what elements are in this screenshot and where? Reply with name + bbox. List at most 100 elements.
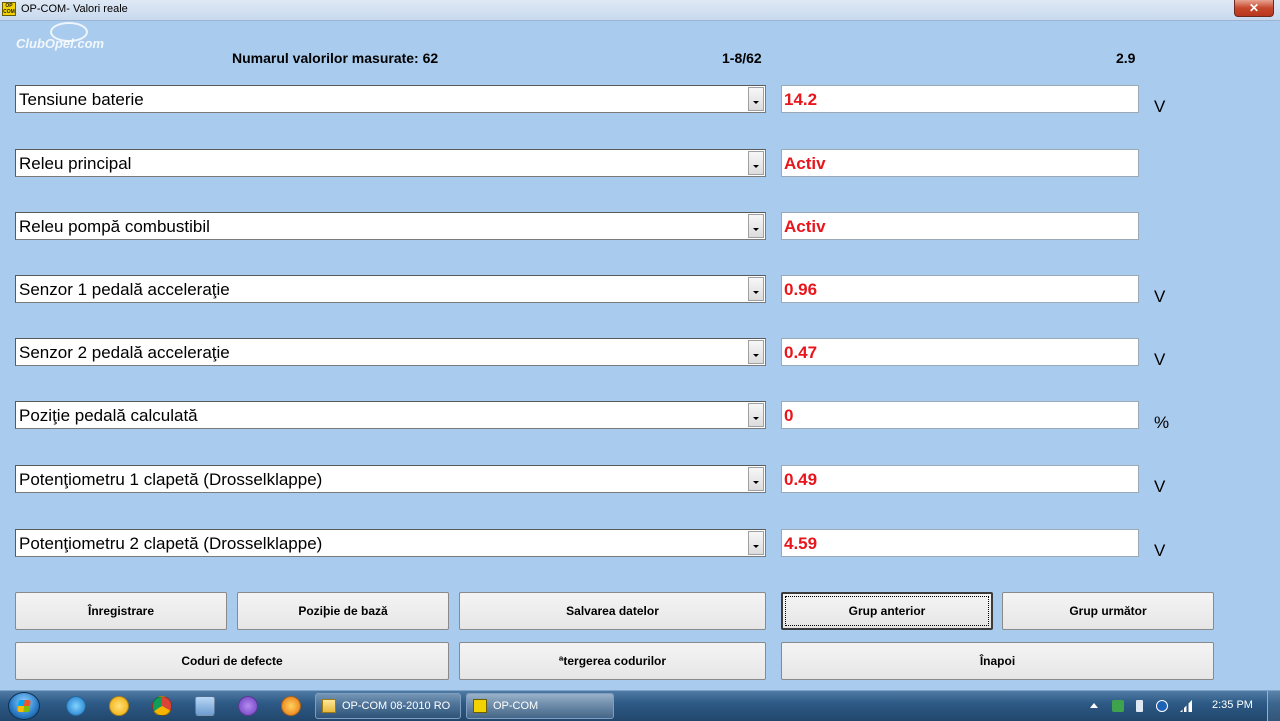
parameter-dropdown[interactable]: Releu principal (15, 149, 766, 177)
parameter-label: Tensiune baterie (19, 90, 144, 109)
value-row: Senzor 2 pedală acceleraţie 0.47 V (0, 338, 1280, 378)
save-data-button[interactable]: Salvarea datelor (459, 592, 766, 630)
chevron-down-icon (753, 228, 759, 231)
measured-values-count: Numarul valorilor masurate: 62 (232, 50, 439, 66)
dropdown-button[interactable] (748, 467, 764, 491)
taskbar: OP-COM 08-2010 RO OP-COM 2:35 PM (0, 690, 1280, 721)
chevron-down-icon (753, 354, 759, 357)
value-text: Activ (784, 217, 826, 236)
show-desktop-button[interactable] (1267, 691, 1280, 721)
window-title: OP-COM- Valori reale (21, 3, 128, 15)
value-field: Activ (781, 212, 1139, 240)
value-text: 0.47 (784, 343, 818, 362)
parameter-dropdown[interactable]: Potenţiometru 2 clapetă (Drosselklappe) (15, 529, 766, 557)
value-row: Senzor 1 pedală acceleraţie 0.96 V (0, 275, 1280, 315)
group-range: 1-8/62 (722, 50, 762, 66)
bluetooth-icon[interactable] (1156, 700, 1168, 712)
value-text: 0 (784, 406, 794, 425)
wifi-signal-icon[interactable] (1180, 700, 1192, 712)
unit-label: V (1154, 477, 1166, 496)
value-text: 0.96 (784, 280, 818, 299)
battery-icon[interactable] (1136, 700, 1143, 712)
unit-label: V (1154, 541, 1166, 560)
task-label: OP-COM (493, 700, 539, 712)
parameter-label: Potenţiometru 2 clapetă (Drosselklappe) (19, 534, 323, 553)
clear-codes-button[interactable]: ªtergerea codurilor (459, 642, 766, 680)
value-row: Releu pompă combustibil Activ (0, 212, 1280, 252)
taskbar-task-opcom[interactable]: OP-COM (466, 693, 614, 719)
chat-icon[interactable] (195, 696, 215, 716)
internet-explorer-icon[interactable] (66, 696, 86, 716)
start-button[interactable] (8, 692, 40, 720)
value-text: Activ (784, 154, 826, 173)
clock[interactable]: 2:35 PM (1212, 699, 1253, 711)
value-row: Potenţiometru 1 clapetă (Drosselklappe) … (0, 465, 1280, 505)
clubopel-watermark: ClubOpel.com (16, 36, 105, 51)
chevron-down-icon (753, 165, 759, 168)
parameter-label: Releu pompă combustibil (19, 217, 210, 236)
folder-icon (322, 699, 336, 713)
value-field: 4.59 (781, 529, 1139, 557)
unit-label: % (1154, 413, 1170, 432)
network-icon[interactable] (1112, 700, 1124, 712)
windows-logo-icon (17, 700, 31, 712)
value-text: 14.2 (784, 90, 818, 109)
fault-codes-button[interactable]: Coduri de defecte (15, 642, 449, 680)
value-field: 0.47 (781, 338, 1139, 366)
value-row: Tensiune baterie 14.2 V (0, 85, 1280, 125)
value-text: 4.59 (784, 534, 818, 553)
parameter-dropdown[interactable]: Senzor 1 pedală acceleraţie (15, 275, 766, 303)
value-field: 0 (781, 401, 1139, 429)
next-group-button[interactable]: Grup următor (1002, 592, 1214, 630)
value-field: 14.2 (781, 85, 1139, 113)
unit-label: V (1154, 287, 1166, 306)
dropdown-button[interactable] (748, 531, 764, 555)
value-row: Potenţiometru 2 clapetă (Drosselklappe) … (0, 529, 1280, 569)
unit-label: V (1154, 97, 1166, 116)
dropdown-button[interactable] (748, 87, 764, 111)
taskbar-task-opcom-folder[interactable]: OP-COM 08-2010 RO (315, 693, 461, 719)
parameter-dropdown[interactable]: Senzor 2 pedală acceleraţie (15, 338, 766, 366)
opcom-app-icon: OP COM (2, 2, 16, 16)
parameter-label: Potenţiometru 1 clapetă (Drosselklappe) (19, 470, 323, 489)
base-position-button[interactable]: Poziþie de bază (237, 592, 449, 630)
parameter-dropdown[interactable]: Releu pompă combustibil (15, 212, 766, 240)
value-text: 0.49 (784, 470, 818, 489)
opcom-app-icon (473, 699, 487, 713)
dropdown-button[interactable] (748, 403, 764, 427)
parameter-dropdown[interactable]: Tensiune baterie (15, 85, 766, 113)
parameter-dropdown[interactable]: Poziţie pedală calculată (15, 401, 766, 429)
chrome-icon[interactable] (152, 696, 172, 716)
version-label: 2.9 (1116, 50, 1136, 66)
value-field: 0.96 (781, 275, 1139, 303)
chevron-down-icon (753, 545, 759, 548)
parameter-label: Poziţie pedală calculată (19, 406, 198, 425)
close-button[interactable]: ✕ (1234, 0, 1274, 17)
viber-icon[interactable] (238, 696, 258, 716)
parameter-label: Releu principal (19, 154, 132, 173)
previous-group-button[interactable]: Grup anterior (781, 592, 993, 630)
record-button[interactable]: Înregistrare (15, 592, 227, 630)
chevron-down-icon (753, 481, 759, 484)
back-button[interactable]: Înapoi (781, 642, 1214, 680)
parameter-label: Senzor 2 pedală acceleraţie (19, 343, 230, 362)
task-label: OP-COM 08-2010 RO (342, 700, 451, 712)
parameter-label: Senzor 1 pedală acceleraţie (19, 280, 230, 299)
unit-label: V (1154, 350, 1166, 369)
dropdown-button[interactable] (748, 214, 764, 238)
value-field: Activ (781, 149, 1139, 177)
chevron-down-icon (753, 101, 759, 104)
dropdown-button[interactable] (748, 277, 764, 301)
firefox-icon[interactable] (281, 696, 301, 716)
show-hidden-icons-icon[interactable] (1090, 703, 1098, 708)
parameter-dropdown[interactable]: Potenţiometru 1 clapetă (Drosselklappe) (15, 465, 766, 493)
window-titlebar[interactable]: OP COM OP-COM- Valori reale ✕ (0, 0, 1280, 21)
messenger-icon[interactable] (109, 696, 129, 716)
dropdown-button[interactable] (748, 340, 764, 364)
value-field: 0.49 (781, 465, 1139, 493)
value-row: Releu principal Activ (0, 149, 1280, 189)
chevron-down-icon (753, 417, 759, 420)
value-row: Poziţie pedală calculată 0 % (0, 401, 1280, 441)
chevron-down-icon (753, 291, 759, 294)
dropdown-button[interactable] (748, 151, 764, 175)
